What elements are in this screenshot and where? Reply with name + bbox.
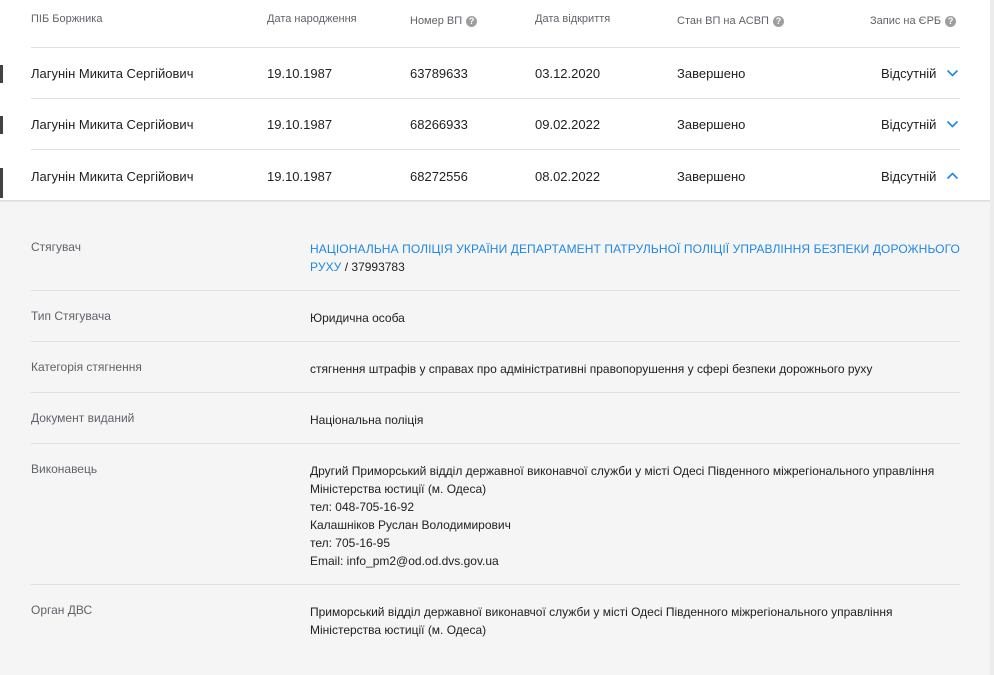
detail-value: Другий Приморський відділ державної вико… bbox=[310, 462, 960, 570]
header-asvp-state: Стан ВП на АСВП? bbox=[677, 15, 784, 27]
scrollbar-track[interactable] bbox=[990, 0, 994, 675]
row-marker bbox=[0, 65, 3, 83]
creditor-link[interactable]: Національна поліція України Департамент … bbox=[310, 242, 960, 274]
header-label: Запис на ЄРБ bbox=[870, 15, 942, 27]
row-marker bbox=[0, 116, 3, 134]
table-card: ПІБ Боржника Дата народження Номер ВП? Д… bbox=[0, 0, 990, 202]
detail-value: Юридична особа bbox=[310, 311, 405, 325]
cell-state: Завершено bbox=[677, 117, 746, 132]
detail-label: Виконавець bbox=[31, 462, 98, 476]
executor-phone: тел: 048-705-16-92 bbox=[310, 500, 415, 514]
cell-open-date: 08.02.2022 bbox=[535, 169, 601, 184]
header-label: Дата відкриття bbox=[535, 13, 611, 25]
cell-open-date: 03.12.2020 bbox=[535, 66, 601, 81]
executor-line: Міністерства юстиції (м. Одеса) bbox=[310, 482, 487, 496]
executor-line: Другий Приморський відділ державної вико… bbox=[310, 464, 935, 478]
executor-person: Калашніков Руслан Володимирович bbox=[310, 518, 511, 532]
header-vp-number: Номер ВП? bbox=[410, 15, 478, 27]
detail-label: Тип Стягувача bbox=[31, 309, 111, 323]
table-row[interactable]: Лагунін Микита Сергійович 19.10.1987 682… bbox=[0, 99, 990, 150]
detail-divider bbox=[31, 341, 960, 342]
detail-divider bbox=[31, 392, 960, 393]
table-row[interactable]: Лагунін Микита Сергійович 19.10.1987 637… bbox=[0, 48, 990, 99]
header-label: Стан ВП на АСВП bbox=[677, 15, 769, 27]
enforcement-proceedings-table: ПІБ Боржника Дата народження Номер ВП? Д… bbox=[0, 0, 994, 675]
detail-label: Стягувач bbox=[31, 240, 81, 254]
detail-label: Категорія стягнення bbox=[31, 360, 142, 374]
table-row-expanded[interactable]: Лагунін Микита Сергійович 19.10.1987 682… bbox=[0, 151, 990, 202]
row-details-panel: Стягувач Національна поліція України Деп… bbox=[0, 202, 990, 675]
detail-value: Національна поліція України Департамент … bbox=[310, 240, 960, 276]
cell-debtor-name: Лагунін Микита Сергійович bbox=[31, 117, 194, 132]
help-icon[interactable]: ? bbox=[772, 15, 784, 27]
cell-vp-number: 68266933 bbox=[410, 117, 468, 132]
cell-erb-record: Відсутній bbox=[881, 66, 937, 81]
help-icon[interactable]: ? bbox=[945, 15, 957, 27]
cell-state: Завершено bbox=[677, 169, 746, 184]
cell-state: Завершено bbox=[677, 66, 746, 81]
cell-birth-date: 19.10.1987 bbox=[267, 66, 333, 81]
header-open-date: Дата відкриття bbox=[535, 13, 610, 25]
header-debtor-name: ПІБ Боржника bbox=[31, 13, 102, 25]
cell-vp-number: 68272556 bbox=[410, 169, 468, 184]
detail-divider bbox=[31, 443, 960, 444]
cell-erb-record: Відсутній bbox=[881, 117, 937, 132]
chevron-up-icon[interactable] bbox=[946, 171, 959, 181]
cell-debtor-name: Лагунін Микита Сергійович bbox=[31, 169, 194, 184]
help-icon[interactable]: ? bbox=[466, 15, 478, 27]
executor-phone: тел: 705-16-95 bbox=[310, 536, 391, 550]
executor-email: Email: info_pm2@od.od.dvs.gov.ua bbox=[310, 554, 499, 568]
header-label: Дата народження bbox=[267, 13, 357, 25]
dvs-line: Міністерства юстиції (м. Одеса) bbox=[310, 623, 487, 637]
chevron-down-icon[interactable] bbox=[946, 68, 959, 78]
detail-value: Приморський відділ державної виконавчої … bbox=[310, 603, 960, 639]
detail-label: Документ виданий bbox=[31, 411, 135, 425]
cell-birth-date: 19.10.1987 bbox=[267, 169, 333, 184]
chevron-down-icon[interactable] bbox=[946, 119, 959, 129]
header-label: ПІБ Боржника bbox=[31, 13, 103, 25]
header-erb-record: Запис на ЄРБ? bbox=[870, 15, 957, 27]
detail-value: Національна поліція bbox=[310, 413, 424, 427]
creditor-code: / 37993783 bbox=[341, 260, 405, 274]
detail-value: стягнення штрафів у справах про адмініст… bbox=[310, 362, 873, 376]
detail-divider bbox=[31, 290, 960, 291]
header-label: Номер ВП bbox=[410, 15, 463, 27]
cell-debtor-name: Лагунін Микита Сергійович bbox=[31, 66, 194, 81]
cell-birth-date: 19.10.1987 bbox=[267, 117, 333, 132]
cell-open-date: 09.02.2022 bbox=[535, 117, 601, 132]
row-divider bbox=[31, 149, 960, 150]
row-marker bbox=[0, 168, 3, 198]
dvs-line: Приморський відділ державної виконавчої … bbox=[310, 605, 893, 619]
detail-label: Орган ДВС bbox=[31, 603, 93, 617]
cell-erb-record: Відсутній bbox=[881, 169, 937, 184]
detail-divider bbox=[31, 584, 960, 585]
header-birth-date: Дата народження bbox=[267, 13, 357, 25]
cell-vp-number: 63789633 bbox=[410, 66, 468, 81]
